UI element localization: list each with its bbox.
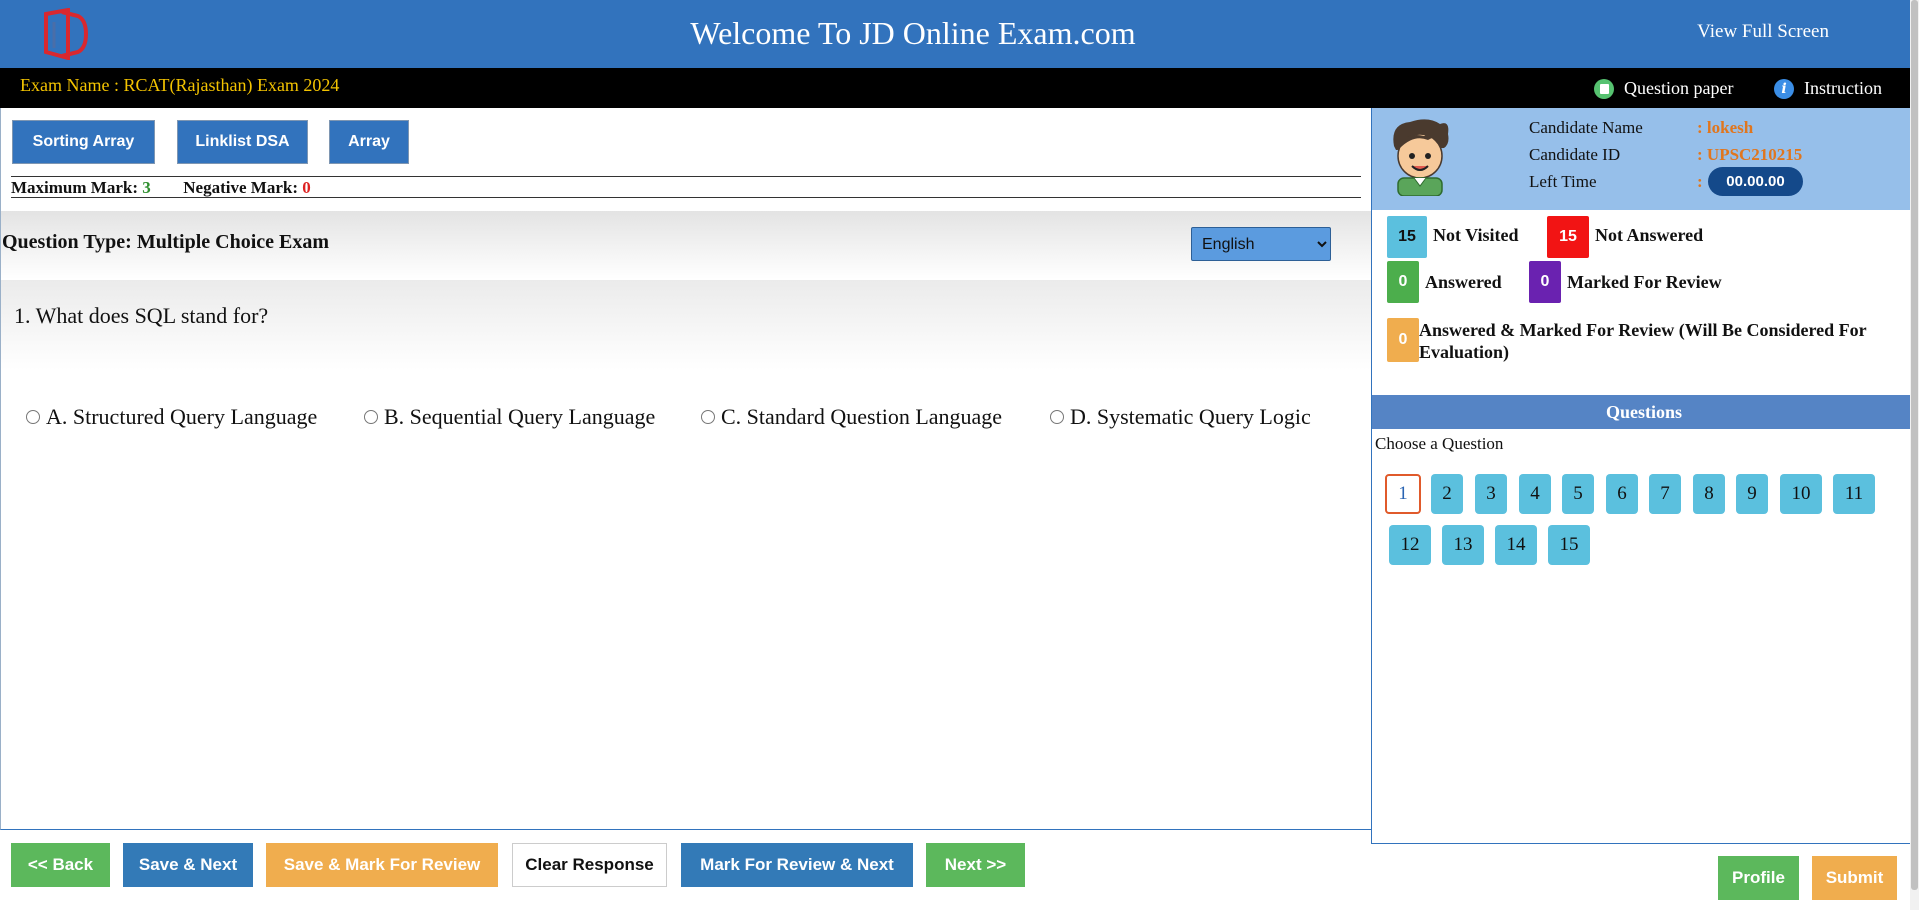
negative-mark-label: Negative Mark: xyxy=(183,178,298,197)
answered-count: 0 xyxy=(1387,261,1419,303)
section-tab-array[interactable]: Array xyxy=(329,120,409,164)
exam-name: Exam Name : RCAT(Rajasthan) Exam 2024 xyxy=(20,75,340,95)
question-number-4[interactable]: 4 xyxy=(1519,474,1551,514)
question-paper-icon xyxy=(1594,78,1614,99)
language-select[interactable]: English xyxy=(1191,227,1331,261)
option-c[interactable]: C. Standard Question Language xyxy=(701,404,1002,430)
max-mark-value: 3 xyxy=(142,178,151,197)
question-number-15[interactable]: 15 xyxy=(1548,525,1590,565)
instruction-label: Instruction xyxy=(1804,78,1882,98)
marked-review-label: Marked For Review xyxy=(1567,272,1722,292)
question-number-14[interactable]: 14 xyxy=(1495,525,1537,565)
exam-bar: Exam Name : RCAT(Rajasthan) Exam 2024 Qu… xyxy=(0,68,1919,108)
section-tab-sorting-array[interactable]: Sorting Array xyxy=(12,120,155,164)
candidate-name-value: : lokesh xyxy=(1697,118,1754,137)
questions-header: Questions xyxy=(1372,395,1916,429)
question-panel: Sorting Array Linklist DSA Array Maximum… xyxy=(0,108,1371,830)
question-number-13[interactable]: 13 xyxy=(1442,525,1484,565)
question-number-10[interactable]: 10 xyxy=(1780,474,1822,514)
question-number-12[interactable]: 12 xyxy=(1389,525,1431,565)
option-a[interactable]: A. Structured Query Language xyxy=(26,404,317,430)
question-number-9[interactable]: 9 xyxy=(1736,474,1768,514)
mark-review-next-button[interactable]: Mark For Review & Next xyxy=(681,843,913,887)
section-tab-linklist-dsa[interactable]: Linklist DSA xyxy=(177,120,308,164)
option-a-radio[interactable] xyxy=(26,410,40,424)
candidate-profile: Candidate Name : lokesh Candidate ID : U… xyxy=(1372,108,1916,210)
question-number-1[interactable]: 1 xyxy=(1385,474,1421,514)
info-icon: i xyxy=(1774,78,1794,99)
top-header: Welcome To JD Online Exam.com View Full … xyxy=(0,0,1919,68)
answered-label: Answered xyxy=(1425,272,1502,292)
not-answered-label: Not Answered xyxy=(1595,225,1704,245)
question-number-6[interactable]: 6 xyxy=(1606,474,1638,514)
option-c-radio[interactable] xyxy=(701,410,715,424)
submit-button[interactable]: Submit xyxy=(1812,856,1897,900)
option-a-label: A. Structured Query Language xyxy=(46,404,318,429)
option-b[interactable]: B. Sequential Query Language xyxy=(364,404,655,430)
save-mark-review-button[interactable]: Save & Mark For Review xyxy=(266,843,498,887)
negative-mark-value: 0 xyxy=(302,178,311,197)
question-number-11[interactable]: 11 xyxy=(1833,474,1875,514)
question-text: 1. What does SQL stand for? xyxy=(14,303,269,328)
option-d-radio[interactable] xyxy=(1050,410,1064,424)
candidate-panel: Candidate Name : lokesh Candidate ID : U… xyxy=(1371,108,1916,844)
candidate-id-label: Candidate ID xyxy=(1529,145,1621,164)
site-title: Welcome To JD Online Exam.com xyxy=(690,15,1136,51)
left-time-label: Left Time xyxy=(1529,172,1597,191)
marked-review-count: 0 xyxy=(1529,261,1561,303)
back-button[interactable]: << Back xyxy=(11,843,110,887)
option-b-radio[interactable] xyxy=(364,410,378,424)
answered-marked-label: Answered & Marked For Review (Will Be Co… xyxy=(1419,320,1867,362)
next-button[interactable]: Next >> xyxy=(926,843,1025,887)
left-time-colon: : xyxy=(1697,172,1703,191)
question-paper-label: Question paper xyxy=(1624,78,1734,98)
candidate-name-label: Candidate Name xyxy=(1529,118,1643,137)
marks-row: Maximum Mark: 3 Negative Mark: 0 xyxy=(11,176,1361,198)
page-scrollbar-thumb[interactable] xyxy=(1911,0,1918,890)
question-number-3[interactable]: 3 xyxy=(1475,474,1507,514)
profile-button[interactable]: Profile xyxy=(1718,856,1799,900)
candidate-avatar-icon xyxy=(1393,119,1449,196)
question-type-label: Question Type: Multiple Choice Exam xyxy=(2,231,330,253)
not-visited-count: 15 xyxy=(1387,216,1427,258)
max-mark-label: Maximum Mark: xyxy=(11,178,139,197)
question-number-8[interactable]: 8 xyxy=(1693,474,1725,514)
option-d-label: D. Systematic Query Logic xyxy=(1070,404,1311,429)
answered-marked-count: 0 xyxy=(1387,318,1419,362)
candidate-id-value: : UPSC210215 xyxy=(1697,145,1803,164)
not-answered-count: 15 xyxy=(1547,216,1589,258)
save-next-button[interactable]: Save & Next xyxy=(123,843,253,887)
question-number-2[interactable]: 2 xyxy=(1431,474,1463,514)
view-full-screen-link[interactable]: View Full Screen xyxy=(1697,21,1829,43)
option-d[interactable]: D. Systematic Query Logic xyxy=(1050,404,1311,430)
option-c-label: C. Standard Question Language xyxy=(721,404,1003,429)
question-paper-link[interactable]: Question paper xyxy=(1594,78,1733,99)
left-time-value: 00.00.00 xyxy=(1708,167,1803,196)
instruction-link[interactable]: i Instruction xyxy=(1774,78,1882,99)
not-visited-label: Not Visited xyxy=(1433,225,1519,245)
option-b-label: B. Sequential Query Language xyxy=(384,404,656,429)
clear-response-button[interactable]: Clear Response xyxy=(512,843,667,887)
question-number-7[interactable]: 7 xyxy=(1649,474,1681,514)
question-number-5[interactable]: 5 xyxy=(1562,474,1594,514)
choose-question-label: Choose a Question xyxy=(1375,434,1504,453)
